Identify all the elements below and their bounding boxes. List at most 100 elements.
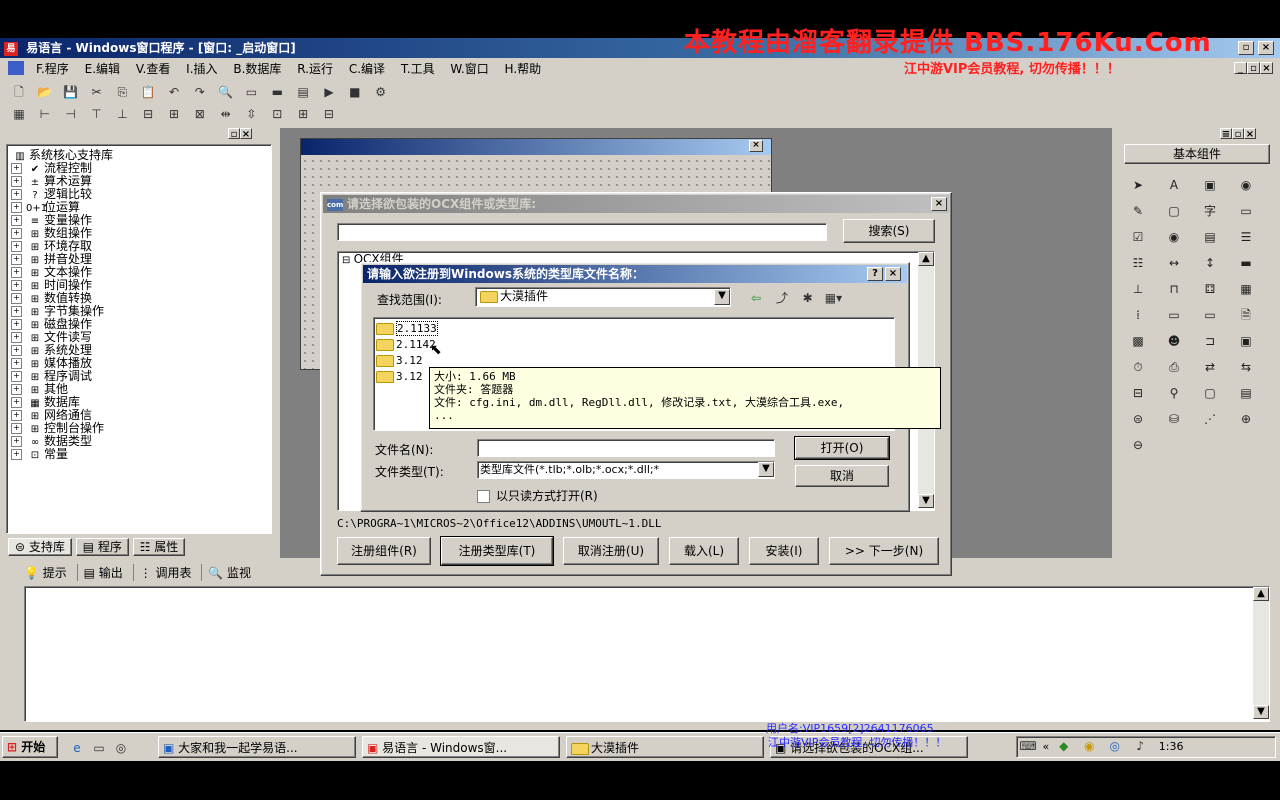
- pointer-icon[interactable]: ➤: [1124, 174, 1152, 196]
- register-typelib-button[interactable]: 注册类型库(T): [440, 536, 554, 566]
- right-panel-restore-button[interactable]: ▫: [1232, 128, 1244, 140]
- adjuster-icon[interactable]: ⊐: [1196, 330, 1224, 352]
- folder-item[interactable]: 2.1142: [376, 336, 892, 352]
- editbox-component-icon[interactable]: ✎: [1124, 200, 1152, 222]
- same-size-icon[interactable]: ⊠: [190, 105, 210, 123]
- client-icon[interactable]: ⇆: [1232, 356, 1260, 378]
- expand-icon[interactable]: +: [11, 241, 22, 252]
- color-picker-icon[interactable]: ▩: [1124, 330, 1152, 352]
- same-width-icon[interactable]: ⊟: [138, 105, 158, 123]
- keyboard-icon[interactable]: ⌨: [1018, 738, 1038, 754]
- scroll-up-icon[interactable]: ▲: [1253, 587, 1269, 601]
- run-icon[interactable]: ▶: [319, 83, 339, 101]
- expand-icon[interactable]: +: [11, 384, 22, 395]
- expand-icon[interactable]: +: [11, 358, 22, 369]
- tray-app-icon[interactable]: ◆: [1054, 738, 1074, 754]
- order-icon[interactable]: ⊟: [319, 105, 339, 123]
- designer-form-close-button[interactable]: ×: [749, 140, 763, 152]
- window-close-button[interactable]: ×: [1258, 41, 1274, 55]
- vscroll-component-icon[interactable]: ↕: [1196, 252, 1224, 274]
- tab-support-library[interactable]: ⊜ 支持库: [8, 538, 72, 556]
- menu-compile[interactable]: C.编译: [343, 59, 391, 79]
- center-v-icon[interactable]: ⊞: [293, 105, 313, 123]
- mdi-close-button[interactable]: ×: [1260, 62, 1273, 74]
- shape-component-icon[interactable]: ◉: [1232, 174, 1260, 196]
- mdi-restore-button[interactable]: ▫: [1247, 62, 1260, 74]
- lookin-dropdown-icon[interactable]: ▼: [714, 289, 730, 305]
- drive-component-icon[interactable]: ▭: [1196, 304, 1224, 326]
- open-button[interactable]: 打开(O): [794, 436, 890, 460]
- tray-expand-icon[interactable]: «: [1043, 740, 1050, 753]
- ocx-search-button[interactable]: 搜索(S): [843, 219, 935, 243]
- chart-icon[interactable]: ⋰: [1196, 408, 1224, 430]
- network-icon[interactable]: ⇄: [1196, 356, 1224, 378]
- menu-run[interactable]: R.运行: [291, 59, 339, 79]
- view-menu-icon[interactable]: ▦▾: [823, 289, 843, 307]
- filetype-dropdown-icon[interactable]: ▼: [758, 462, 774, 477]
- expand-icon[interactable]: +: [11, 293, 22, 304]
- same-height-icon[interactable]: ⊞: [164, 105, 184, 123]
- cancel-button[interactable]: 取消: [795, 465, 889, 487]
- component-category-header[interactable]: 基本组件: [1124, 144, 1270, 164]
- taskbar-item-folder[interactable]: 大漠插件: [566, 736, 764, 758]
- menu-insert[interactable]: I.插入: [180, 59, 223, 79]
- menu-view[interactable]: V.查看: [130, 59, 176, 79]
- mdi-minimize-button[interactable]: _: [1234, 62, 1247, 74]
- align-right-icon[interactable]: ⊤: [86, 105, 106, 123]
- tab-output[interactable]: ▤ 输出: [76, 564, 129, 581]
- ocx-search-input[interactable]: [337, 223, 827, 241]
- filename-input[interactable]: [477, 439, 775, 457]
- output-textarea[interactable]: ▲ ▼: [24, 586, 1270, 722]
- file-dialog-help-button[interactable]: ?: [867, 267, 883, 281]
- expand-icon[interactable]: +: [11, 345, 22, 356]
- layout-3-icon[interactable]: ▤: [293, 83, 313, 101]
- space-v-icon[interactable]: ⇳: [241, 105, 261, 123]
- ie-icon[interactable]: e: [67, 739, 87, 757]
- align-left-icon[interactable]: ⊢: [35, 105, 55, 123]
- expand-icon[interactable]: +: [11, 449, 22, 460]
- ocx-dialog-close-button[interactable]: ×: [931, 197, 947, 211]
- slider-component-icon[interactable]: ⊥: [1124, 278, 1152, 300]
- right-panel-close-button[interactable]: ×: [1244, 128, 1256, 140]
- hyperlink-icon[interactable]: ☻: [1160, 330, 1188, 352]
- register-component-button[interactable]: 注册组件(R): [337, 537, 431, 565]
- paste-icon[interactable]: 📋: [138, 83, 158, 101]
- ocx-scroll-down-icon[interactable]: ▼: [918, 494, 934, 508]
- menu-program[interactable]: F.程序: [30, 59, 75, 79]
- db-provider-icon[interactable]: ⛁: [1160, 408, 1188, 430]
- expand-icon[interactable]: +: [11, 306, 22, 317]
- readonly-checkbox[interactable]: [477, 490, 490, 503]
- counter-icon[interactable]: ▣: [1232, 330, 1260, 352]
- menu-edit[interactable]: E.编辑: [79, 59, 126, 79]
- copy-icon[interactable]: ⎘: [112, 83, 132, 101]
- expand-icon[interactable]: +: [11, 202, 22, 213]
- odbc-db-icon[interactable]: ⊕: [1232, 408, 1260, 430]
- taskbar-item-ie[interactable]: ▣ 大家和我一起学易语...: [158, 736, 356, 758]
- redo-icon[interactable]: ↷: [190, 83, 210, 101]
- save-icon[interactable]: 💾: [61, 83, 81, 101]
- output-scrollbar[interactable]: ▲ ▼: [1253, 587, 1269, 719]
- database-icon[interactable]: ⊜: [1124, 408, 1152, 430]
- cut-icon[interactable]: ✂: [86, 83, 106, 101]
- undo-icon[interactable]: ↶: [164, 83, 184, 101]
- open-file-icon[interactable]: 📂: [35, 83, 55, 101]
- file-dialog-close-button[interactable]: ×: [885, 267, 901, 281]
- compile-icon[interactable]: ⚙: [371, 83, 391, 101]
- center-h-icon[interactable]: ⊡: [267, 105, 287, 123]
- label-component-icon[interactable]: A: [1160, 174, 1188, 196]
- menu-window[interactable]: W.窗口: [444, 59, 494, 79]
- table-icon[interactable]: ▤: [1232, 382, 1260, 404]
- align-top-icon[interactable]: ⊥: [112, 105, 132, 123]
- align-center-icon[interactable]: ⊣: [61, 105, 81, 123]
- tree-item[interactable]: + ⊡ 常量: [11, 448, 267, 461]
- calendar-component-icon[interactable]: ▦: [1232, 278, 1260, 300]
- tab-program[interactable]: ▤ 程序: [75, 538, 129, 556]
- menu-database[interactable]: B.数据库: [227, 59, 287, 79]
- expand-icon[interactable]: +: [11, 332, 22, 343]
- menu-tools[interactable]: T.工具: [395, 59, 441, 79]
- expand-icon[interactable]: +: [11, 397, 22, 408]
- expand-icon[interactable]: +: [11, 163, 22, 174]
- picture-component-icon[interactable]: ▣: [1196, 174, 1224, 196]
- desktop-icon[interactable]: ▭: [89, 739, 109, 757]
- panel-component-icon[interactable]: ▭: [1160, 304, 1188, 326]
